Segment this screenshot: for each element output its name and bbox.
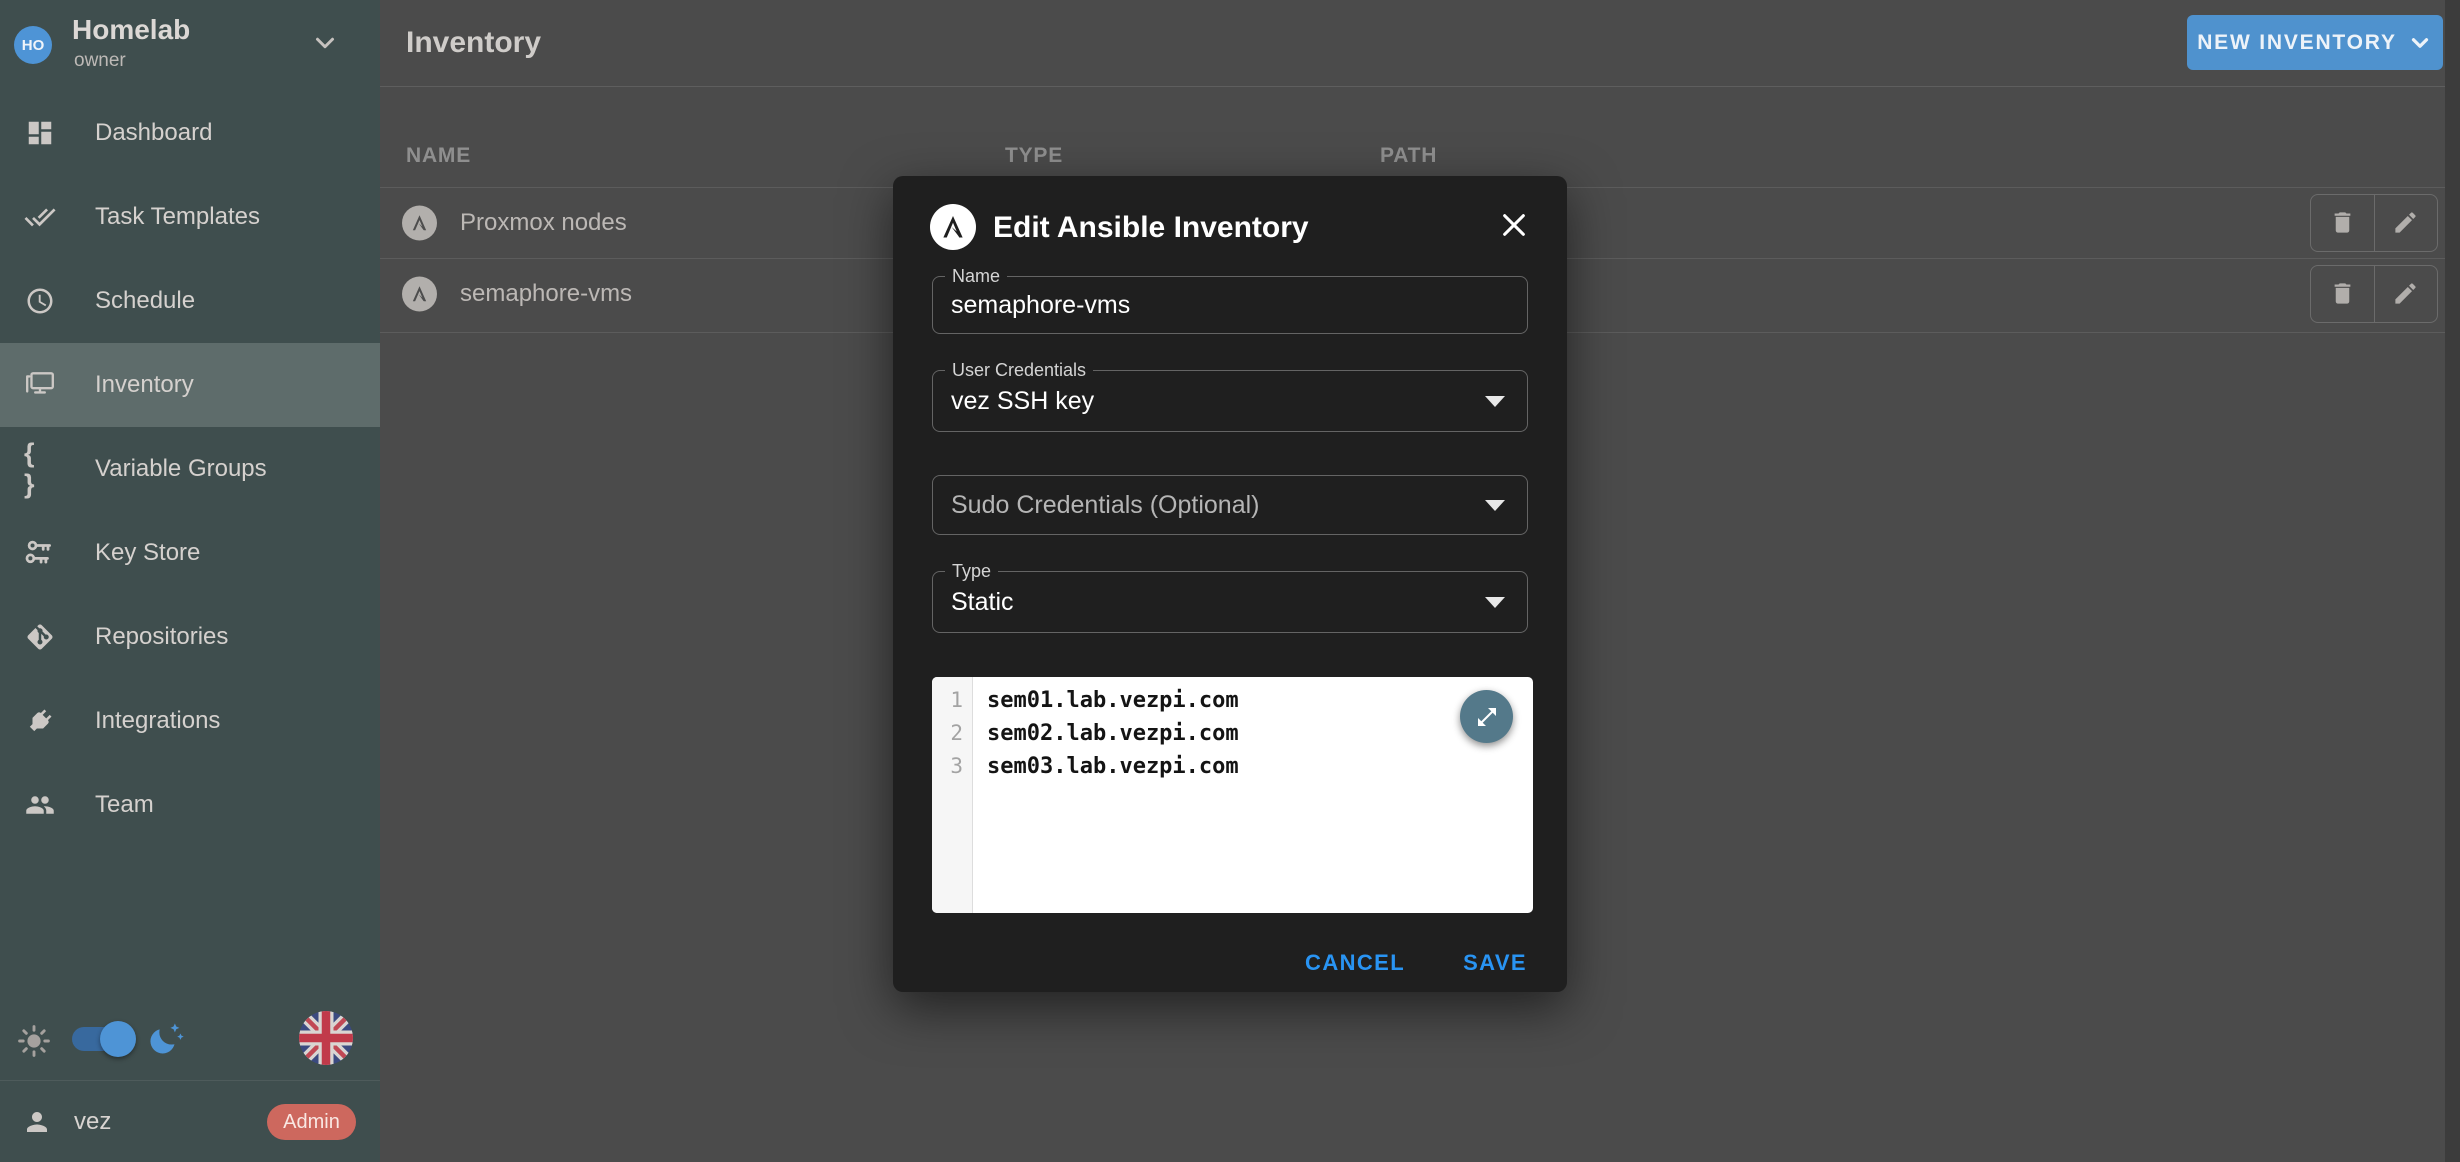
dashboard-icon (24, 117, 56, 149)
line-number: 2 (932, 717, 972, 750)
code-line: sem01.lab.vezpi.com (987, 684, 1533, 717)
line-number: 1 (932, 684, 972, 717)
workspace-name: Homelab (72, 14, 190, 46)
toggle-thumb (100, 1021, 136, 1057)
new-inventory-button[interactable]: NEW INVENTORY (2187, 15, 2443, 70)
people-icon (24, 789, 56, 821)
delete-button[interactable] (2311, 266, 2374, 322)
plug-icon (24, 705, 56, 737)
double-check-icon (24, 201, 56, 233)
sidebar-item-variable-groups[interactable]: { } Variable Groups (0, 427, 380, 511)
dropdown-caret-icon (1485, 597, 1505, 608)
sidebar-item-integrations[interactable]: Integrations (0, 679, 380, 763)
delete-button[interactable] (2311, 195, 2374, 251)
braces-icon: { } (24, 453, 56, 485)
person-icon (22, 1107, 52, 1137)
column-header-name: NAME (406, 144, 471, 168)
type-select[interactable]: Type Static (932, 571, 1528, 633)
edit-inventory-modal: Edit Ansible Inventory Name semaphore-vm… (893, 176, 1567, 992)
sidebar-item-label: Schedule (95, 287, 195, 315)
name-field[interactable]: Name semaphore-vms (932, 276, 1528, 334)
theme-toggle[interactable] (70, 1019, 136, 1059)
expand-editor-button[interactable] (1460, 690, 1513, 743)
sidebar-item-repositories[interactable]: Repositories (0, 595, 380, 679)
ansible-icon (402, 276, 437, 311)
user-name: vez (74, 1108, 111, 1136)
sidebar-item-label: Task Templates (95, 203, 260, 231)
ansible-logo-icon (930, 204, 976, 250)
admin-badge: Admin (267, 1104, 356, 1140)
close-icon[interactable] (1493, 204, 1535, 246)
sidebar-user[interactable]: vez Admin (0, 1080, 380, 1162)
trash-icon (2329, 209, 2356, 236)
modal-title: Edit Ansible Inventory (993, 211, 1309, 245)
sidebar-item-label: Team (95, 791, 154, 819)
user-credentials-select[interactable]: User Credentials vez SSH key (932, 370, 1528, 432)
sun-icon (16, 1023, 52, 1064)
user-credentials-value: vez SSH key (951, 371, 1094, 431)
keys-icon (24, 537, 56, 569)
moon-stars-icon (146, 1019, 186, 1064)
sidebar-item-task-templates[interactable]: Task Templates (0, 175, 380, 259)
trash-icon (2329, 280, 2356, 307)
name-field-value: semaphore-vms (951, 277, 1130, 333)
git-icon (24, 621, 56, 653)
expand-icon (1475, 705, 1499, 729)
scrollbar[interactable] (2445, 0, 2460, 1162)
type-value: Static (951, 572, 1014, 632)
row-actions (2310, 265, 2438, 323)
dropdown-caret-icon (1485, 500, 1505, 511)
sidebar-item-label: Integrations (95, 707, 220, 735)
inventory-row-name: Proxmox nodes (460, 209, 627, 237)
sidebar-item-key-store[interactable]: Key Store (0, 511, 380, 595)
sidebar-item-label: Inventory (95, 371, 194, 399)
sidebar-item-label: Variable Groups (95, 455, 267, 483)
pencil-icon (2392, 209, 2419, 236)
chevron-down-icon[interactable] (310, 28, 340, 58)
code-line: sem02.lab.vezpi.com (987, 717, 1533, 750)
clock-icon (24, 285, 56, 317)
sidebar-item-team[interactable]: Team (0, 763, 380, 847)
save-button[interactable]: SAVE (1463, 950, 1527, 976)
cancel-button[interactable]: CANCEL (1305, 950, 1405, 976)
sidebar-footer-controls (0, 1005, 380, 1075)
code-line: sem03.lab.vezpi.com (987, 750, 1533, 783)
ansible-icon (402, 205, 437, 240)
editor-gutter: 1 2 3 (932, 677, 973, 913)
new-inventory-label: NEW INVENTORY (2197, 31, 2397, 55)
sudo-credentials-select[interactable]: Sudo Credentials (Optional) (932, 475, 1528, 535)
monitor-multiple-icon (24, 369, 56, 401)
workspace-role: owner (74, 50, 126, 72)
modal-footer: CANCEL SAVE (893, 934, 1567, 992)
chevron-down-icon (2407, 30, 2433, 56)
line-number: 3 (932, 750, 972, 783)
sidebar-item-inventory[interactable]: Inventory (0, 343, 380, 427)
pencil-icon (2392, 280, 2419, 307)
row-actions (2310, 194, 2438, 252)
workspace-switcher[interactable]: HO Homelab owner (0, 0, 380, 91)
dropdown-caret-icon (1485, 396, 1505, 407)
edit-button[interactable] (2374, 266, 2438, 322)
sidebar-nav: Dashboard Task Templates Schedule (0, 91, 380, 847)
topbar: Inventory NEW INVENTORY (380, 0, 2460, 87)
editor-content[interactable]: sem01.lab.vezpi.com sem02.lab.vezpi.com … (973, 677, 1533, 783)
sidebar-item-label: Repositories (95, 623, 228, 651)
sudo-credentials-placeholder: Sudo Credentials (Optional) (951, 476, 1260, 534)
column-header-path: PATH (1380, 144, 1437, 168)
language-flag-uk[interactable] (299, 1011, 353, 1065)
sidebar-item-label: Dashboard (95, 119, 212, 147)
semaphore-app: HO Homelab owner Dashboard Task Template… (0, 0, 2460, 1162)
sidebar-item-dashboard[interactable]: Dashboard (0, 91, 380, 175)
sidebar-item-label: Key Store (95, 539, 200, 567)
page-title: Inventory (406, 26, 541, 60)
sidebar-item-schedule[interactable]: Schedule (0, 259, 380, 343)
inventory-row-name: semaphore-vms (460, 280, 632, 308)
column-header-type: TYPE (1005, 144, 1063, 168)
edit-button[interactable] (2374, 195, 2438, 251)
sidebar: HO Homelab owner Dashboard Task Template… (0, 0, 380, 1162)
workspace-avatar: HO (14, 26, 52, 64)
inventory-code-editor[interactable]: 1 2 3 sem01.lab.vezpi.com sem02.lab.vezp… (932, 677, 1533, 913)
